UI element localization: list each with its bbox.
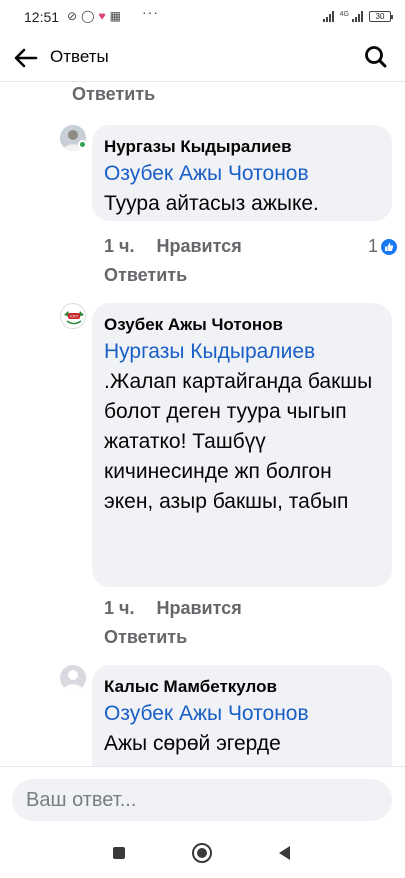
comment-meta: 1 ч. Нравится (104, 598, 242, 619)
comment-author[interactable]: Нургазы Кыдыралиев (104, 135, 380, 159)
status-time: 12:51 (24, 9, 60, 25)
avatar[interactable] (60, 665, 86, 691)
app-header: Ответы (0, 34, 405, 82)
more-notifications-icon: ··· (142, 4, 159, 20)
network-type: 4G (339, 10, 349, 18)
comment-body: Ажы сөрөй эгерде (104, 732, 281, 755)
reply-link[interactable]: Ответить (72, 84, 155, 105)
reply-link[interactable]: Ответить (104, 265, 187, 286)
back-icon[interactable] (279, 846, 290, 860)
comment-body: Туура айтасыз ажыке. (104, 192, 319, 215)
home-icon[interactable] (192, 843, 212, 863)
mention-link[interactable]: Нургазы Кыдыралиев (104, 340, 315, 363)
system-nav-bar (0, 830, 405, 878)
mute-icon: ⊘ (67, 9, 78, 23)
like-button[interactable]: Нравится (156, 598, 241, 618)
online-status-icon (78, 140, 87, 149)
comment-author[interactable]: Озубек Ажы Чотонов (104, 313, 380, 337)
comment-thread: Ответить Нургазы Кыдыралиев Озубек Ажы Ч… (0, 82, 405, 766)
comment-time: 1 ч. (104, 236, 135, 256)
reply-link[interactable]: Ответить (104, 627, 187, 648)
battery-icon: 30 (369, 10, 393, 22)
comment-time: 1 ч. (104, 598, 135, 618)
arrow-left-icon[interactable] (10, 42, 42, 74)
page-title: Ответы (50, 47, 109, 66)
comment-text: Озубек Ажы Чотонов Ажы сөрөй эгерде (104, 699, 380, 759)
reaction-number: 1 (367, 236, 378, 256)
comment-text: Озубек Ажы Чотонов Туура айтасыз ажыке. (104, 159, 380, 219)
svg-text:КЛЛ: КЛЛ (70, 314, 78, 319)
comment-body: .Жалап картайганда бакшы болот деген туу… (104, 370, 373, 513)
system-icons: 4G 30 (322, 10, 393, 22)
signal-icon (322, 10, 334, 22)
comment-text: Нургазы Кыдыралиев .Жалап картайганда ба… (104, 337, 380, 517)
heart-app-icon: ♥ (98, 9, 106, 23)
recent-apps-icon[interactable] (113, 847, 125, 859)
avatar[interactable]: КЛЛ (60, 303, 86, 329)
mention-link[interactable]: Озубек Ажы Чотонов (104, 702, 309, 725)
signal-icon-2 (352, 10, 363, 22)
comment-bubble[interactable]: Озубек Ажы Чотонов Нургазы Кыдыралиев .Ж… (92, 303, 392, 587)
reply-composer (0, 766, 405, 830)
like-button[interactable]: Нравится (156, 236, 241, 256)
comment-bubble[interactable]: Нургазы Кыдыралиев Озубек Ажы Чотонов Туу… (92, 125, 392, 221)
reaction-count[interactable]: 1 (368, 236, 397, 257)
notification-icons: ⊘ ◯ ♥ ▦ (67, 9, 121, 23)
comment-author[interactable]: Калыс Мамбеткулов (104, 675, 380, 699)
grid-app-icon: ▦ (109, 9, 121, 23)
user-logo-icon: КЛЛ (62, 305, 85, 328)
whatsapp-icon: ◯ (81, 9, 95, 23)
mention-link[interactable]: Озубек Ажы Чотонов (104, 162, 309, 185)
search-icon[interactable] (361, 42, 391, 72)
thumbs-up-icon (381, 238, 397, 255)
status-bar: 12:51 ⊘ ◯ ♥ ▦ ··· 4G 30 (0, 0, 405, 34)
comment-meta: 1 ч. Нравится (104, 236, 242, 257)
default-user-icon (60, 665, 86, 691)
reply-input[interactable] (12, 779, 392, 821)
comment-bubble[interactable]: Калыс Мамбеткулов Озубек Ажы Чотонов Ажы … (92, 665, 392, 766)
